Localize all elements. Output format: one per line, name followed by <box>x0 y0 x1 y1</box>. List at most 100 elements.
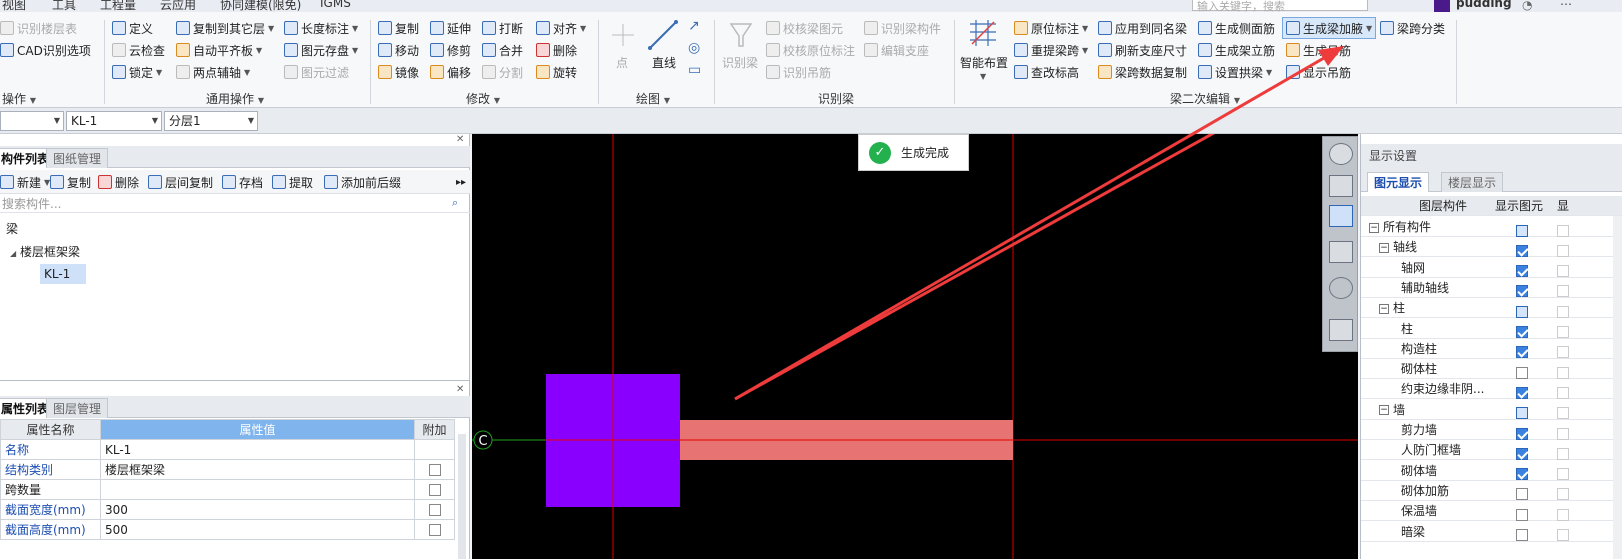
smart-layout-icon[interactable] <box>966 18 1000 48</box>
display-checkbox[interactable] <box>1516 285 1528 298</box>
display-checkbox-2[interactable] <box>1557 366 1569 379</box>
tree-item-kl1[interactable]: KL-1 <box>40 264 86 284</box>
display-checkbox-2[interactable] <box>1557 427 1569 440</box>
display-checkbox[interactable] <box>1516 407 1528 420</box>
more-icon[interactable]: ▸▸ <box>456 172 466 192</box>
component-select[interactable]: KL-1 ▼ <box>66 111 162 131</box>
search-input[interactable]: 输入关键字，搜索 <box>1192 0 1368 12</box>
display-checkbox-2[interactable] <box>1557 488 1569 501</box>
display-checkbox[interactable] <box>1516 244 1528 257</box>
table-row[interactable]: 名称 KL-1 <box>0 439 455 460</box>
smart-layout-dropdown-icon[interactable]: ▼ <box>980 72 986 81</box>
span-class-button[interactable]: 梁跨分类 <box>1380 18 1445 38</box>
display-checkbox-2[interactable] <box>1557 305 1569 318</box>
user-name[interactable]: pudding <box>1456 0 1512 10</box>
display-checkbox[interactable] <box>1516 366 1528 379</box>
define-button[interactable]: 定义 <box>112 18 153 38</box>
apply-same-button[interactable]: 应用到同名梁 <box>1098 18 1187 38</box>
length-dim-button[interactable]: 长度标注 ▼ <box>284 18 358 38</box>
display-checkbox-2[interactable] <box>1557 386 1569 399</box>
orbit-icon[interactable] <box>1329 143 1353 165</box>
point-label[interactable]: 点 <box>616 54 628 71</box>
cad-options-button[interactable]: CAD识别选项 <box>0 40 91 60</box>
display-row[interactable]: 砌体墙 <box>1361 461 1622 481</box>
cloud-check-button[interactable]: 云检查 <box>112 40 165 60</box>
trim-button[interactable]: 修剪 <box>430 40 471 60</box>
display-checkbox-2[interactable] <box>1557 407 1569 420</box>
menu-view[interactable]: 视图 <box>2 0 26 12</box>
copy-button[interactable]: 复制 <box>378 18 419 38</box>
set-arch-button[interactable]: 设置拱梁 ▼ <box>1198 62 1272 82</box>
refresh-support-button[interactable]: 刷新支座尺寸 <box>1098 40 1187 60</box>
tab-element-display[interactable]: 图元显示 <box>1367 172 1430 192</box>
menu-quantity[interactable]: 工程量 <box>100 0 136 12</box>
display-checkbox-2[interactable] <box>1557 447 1569 460</box>
search-icon[interactable]: ⌕ <box>452 196 458 210</box>
menu-igms[interactable]: IGMS <box>320 0 351 10</box>
display-checkbox-2[interactable] <box>1557 285 1569 298</box>
group-draw-label[interactable]: 绘图 ▼ <box>636 90 670 107</box>
display-checkbox[interactable] <box>1516 265 1528 278</box>
display-row[interactable]: 暗梁 <box>1361 522 1622 542</box>
recognize-member-button[interactable]: 识别梁构件 <box>864 18 941 38</box>
gen-haunch-button[interactable]: 生成梁加腋 ▼ <box>1282 17 1377 39</box>
line-icon[interactable] <box>646 18 680 52</box>
tab-floor-display[interactable]: 楼层显示 <box>1441 172 1504 192</box>
close-icon[interactable]: ✕ <box>456 134 464 145</box>
display-checkbox-2[interactable] <box>1557 326 1569 338</box>
element-filter-button[interactable]: 图元过滤 <box>284 62 349 82</box>
display-checkbox[interactable] <box>1516 508 1528 521</box>
display-row[interactable]: 辅助轴线 <box>1361 278 1622 298</box>
scrollbar[interactable] <box>1613 216 1622 559</box>
delete-component-button[interactable]: 删除 <box>98 172 139 192</box>
layer-select[interactable]: 分层1 ▼ <box>164 111 258 131</box>
span-copy-button[interactable]: 梁跨数据复制 <box>1098 62 1187 82</box>
archive-button[interactable]: 存档 <box>222 172 263 192</box>
extra-checkbox[interactable] <box>428 464 441 476</box>
display-row[interactable]: 轴网 <box>1361 258 1622 278</box>
floor-select[interactable]: ▼ <box>0 111 64 131</box>
close-icon[interactable]: ✕ <box>456 384 464 395</box>
grid-view-icon[interactable] <box>1329 319 1353 341</box>
group-op-label[interactable]: 操作 ▼ <box>2 90 36 107</box>
display-row[interactable]: − 墙 <box>1361 400 1622 420</box>
bell-icon[interactable]: ◔ <box>1522 0 1532 12</box>
check-orig-label-button[interactable]: 校核原位标注 <box>766 40 855 60</box>
recognize-hanger-button[interactable]: 识别吊筋 <box>766 62 831 82</box>
display-checkbox-2[interactable] <box>1557 346 1569 359</box>
more-icon[interactable]: ⋯ <box>1560 0 1572 11</box>
extra-checkbox[interactable] <box>428 484 441 496</box>
re-span-button[interactable]: 重提梁跨 ▼ <box>1014 40 1088 60</box>
erect-bar-button[interactable]: 生成架立筋 <box>1198 40 1275 60</box>
display-row[interactable]: − 轴线 <box>1361 237 1622 258</box>
display-row[interactable]: − 柱 <box>1361 298 1622 319</box>
collapse-icon[interactable]: − <box>1369 222 1379 233</box>
display-checkbox[interactable] <box>1516 447 1528 460</box>
display-row[interactable]: 砌体加筋 <box>1361 481 1622 501</box>
check-beam-button[interactable]: 校核梁图元 <box>766 18 843 38</box>
extend-button[interactable]: 延伸 <box>430 18 471 38</box>
display-row[interactable]: 保温墙 <box>1361 501 1622 522</box>
side-view-icon[interactable] <box>1329 241 1353 263</box>
display-row[interactable]: 构造柱 <box>1361 339 1622 359</box>
group-modify-label[interactable]: 修改 ▼ <box>466 90 500 107</box>
display-row[interactable]: − 所有构件 <box>1361 217 1622 237</box>
drawing-canvas[interactable]: C ✓ 生成完成 <box>472 134 1358 559</box>
new-button[interactable]: 新建 ▼ <box>0 172 50 192</box>
rectangle-icon[interactable]: ▭ <box>688 62 701 78</box>
beam-haunch[interactable] <box>679 380 1013 460</box>
recognize-beam-icon[interactable] <box>728 20 754 50</box>
display-checkbox[interactable] <box>1516 346 1528 359</box>
display-checkbox[interactable] <box>1516 224 1528 237</box>
display-checkbox[interactable] <box>1516 386 1528 399</box>
offset-button[interactable]: 偏移 <box>430 62 471 82</box>
lock-button[interactable]: 锁定 ▼ <box>112 62 162 82</box>
display-checkbox-2[interactable] <box>1557 265 1569 278</box>
line-label[interactable]: 直线 <box>652 54 676 71</box>
move-button[interactable]: 移动 <box>378 40 419 60</box>
point-icon[interactable] <box>608 20 638 50</box>
extra-checkbox[interactable] <box>428 504 441 516</box>
display-row[interactable]: 人防门框墙 <box>1361 440 1622 461</box>
group-beam2-label[interactable]: 梁二次编辑 ▼ <box>1170 90 1240 107</box>
copy-component-button[interactable]: 复制 <box>50 172 91 192</box>
